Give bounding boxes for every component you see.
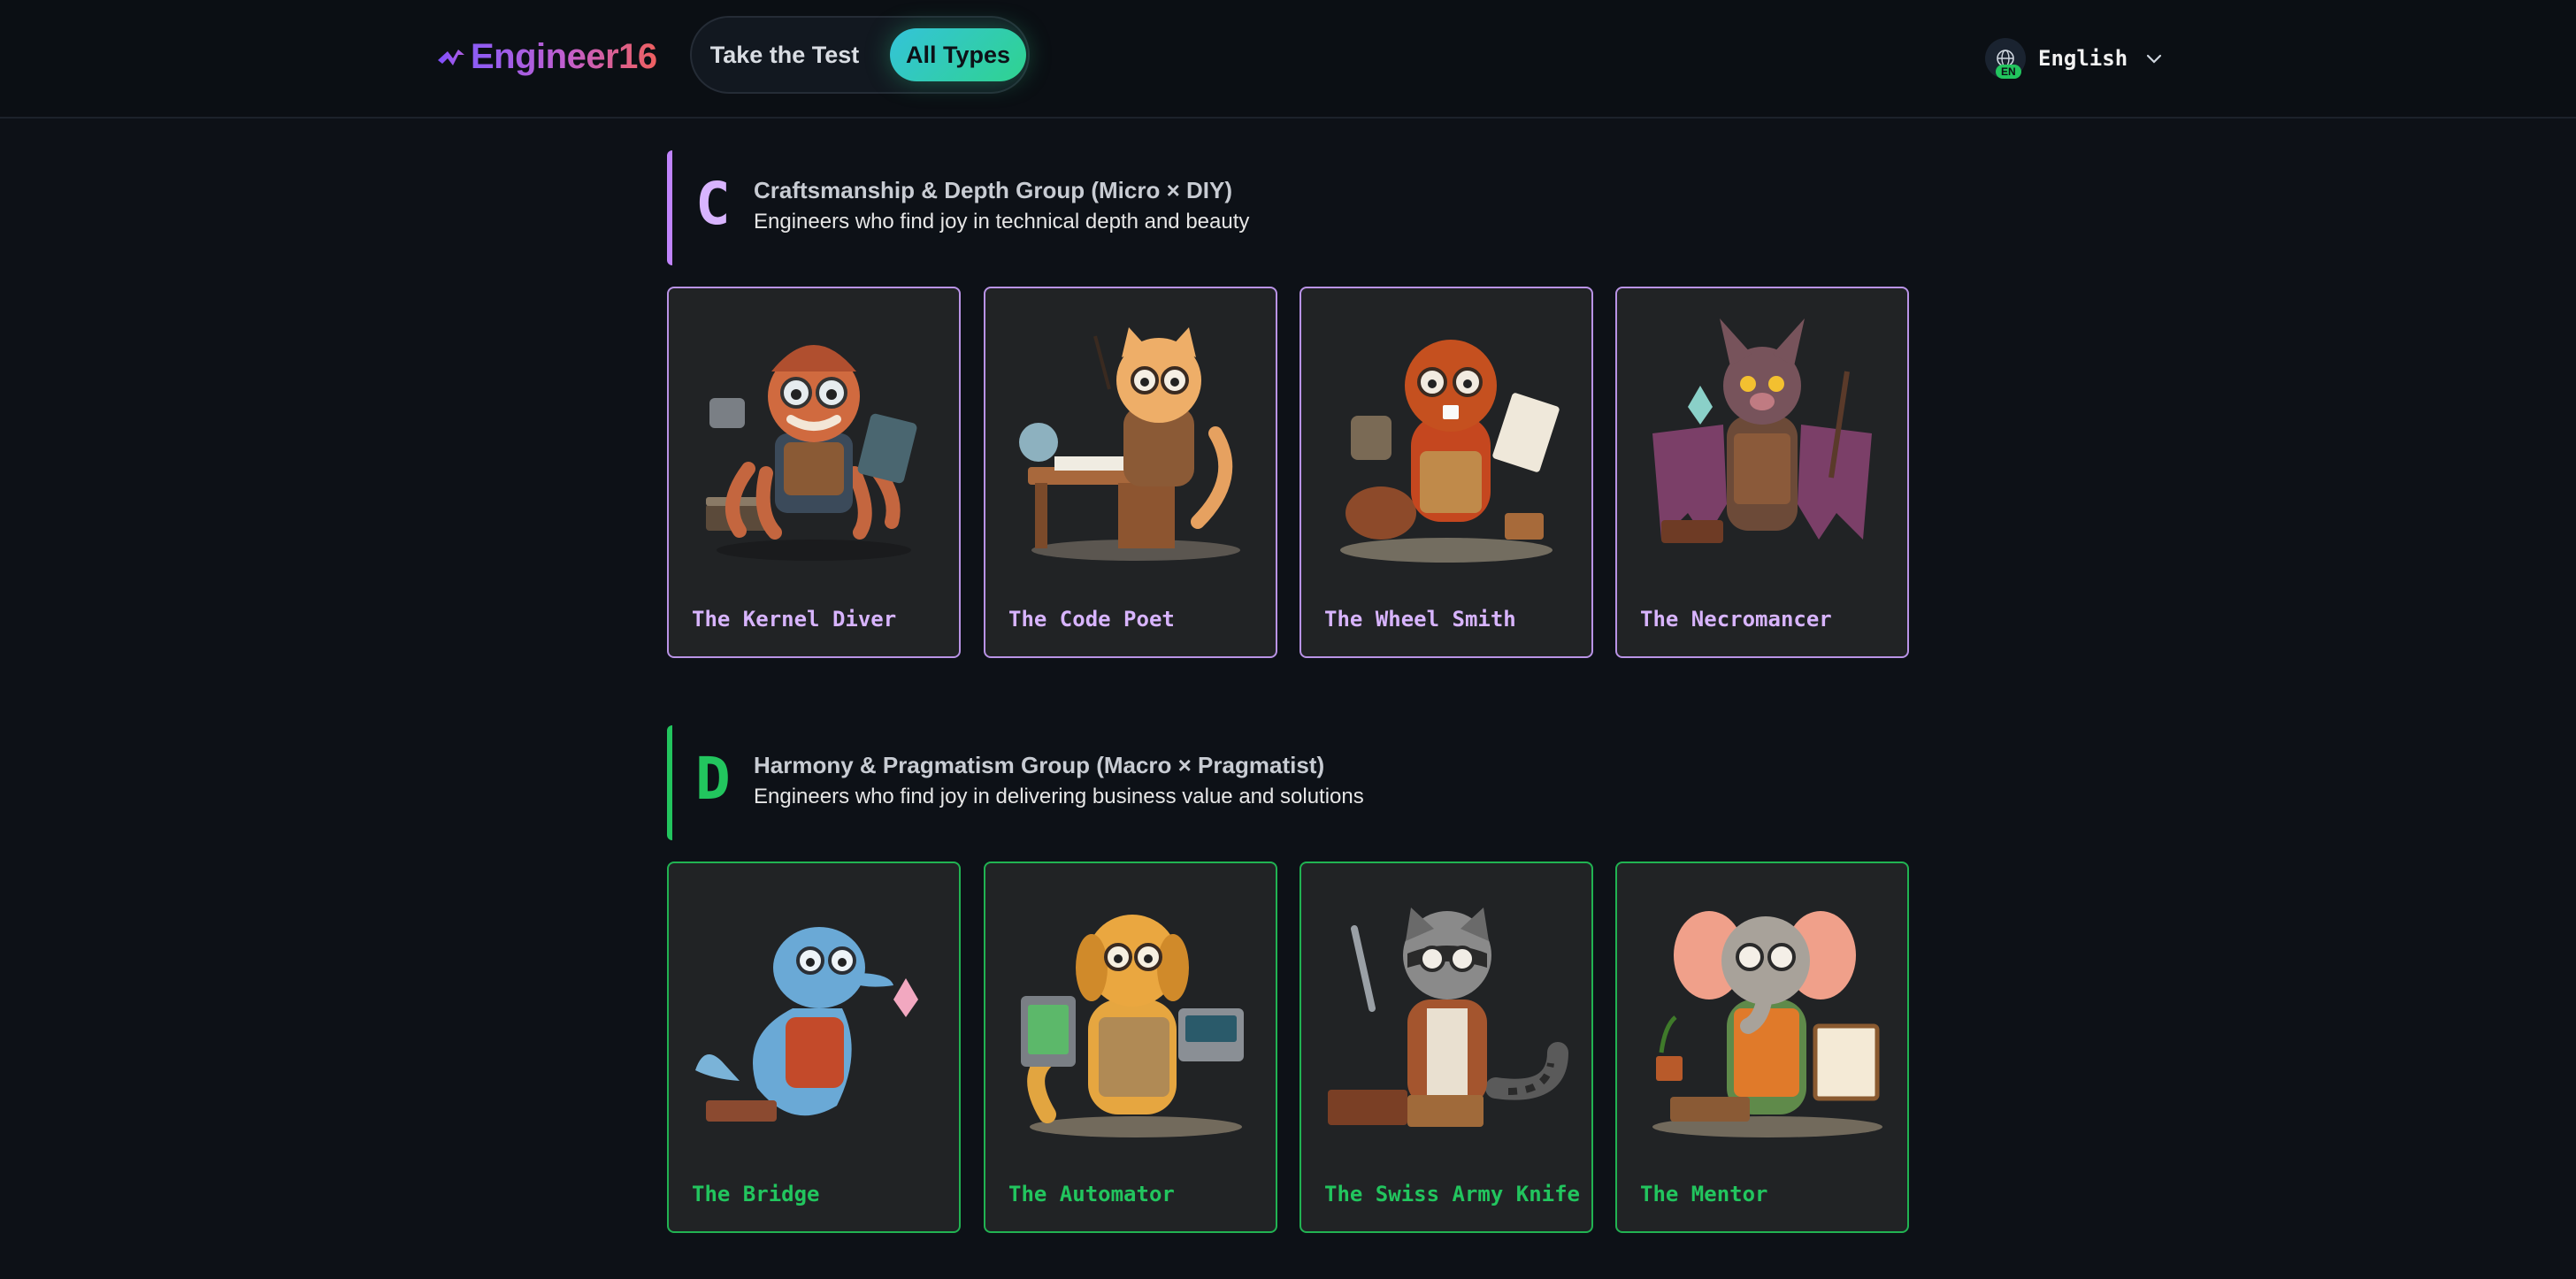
chevron-down-icon [2147,54,2162,64]
group-description: Engineers who find joy in delivering bus… [754,785,1364,808]
type-card-automator[interactable]: The Automator [984,862,1277,1233]
nav-all-types[interactable]: All Types [890,28,1026,81]
bat-wizard-illustration [1652,318,1872,543]
group-description: Engineers who find joy in technical dept… [754,210,1250,234]
globe-icon: EN [1985,38,2026,79]
type-card-mentor[interactable]: The Mentor [1615,862,1909,1233]
type-name: The Wheel Smith [1324,607,1516,632]
octopus-engineer-illustration [706,345,917,561]
group-title: Harmony & Pragmatism Group (Macro × Prag… [754,752,1325,778]
logo-mark-icon [438,50,464,65]
site-header: Engineer16 Take the Test All Types EN En… [0,0,2576,119]
group-c-header: C Craftsmanship & Depth Group (Micro × D… [667,150,1309,265]
nav-take-test[interactable]: Take the Test [704,28,865,81]
type-name: The Code Poet [1008,607,1175,632]
type-card-swiss-army-knife[interactable]: The Swiss Army Knife [1300,862,1593,1233]
type-card-code-poet[interactable]: The Code Poet [984,287,1277,658]
group-d-header: D Harmony & Pragmatism Group (Macro × Pr… [667,725,1364,840]
type-name: The Automator [1008,1182,1175,1206]
type-card-wheel-smith[interactable]: The Wheel Smith [1300,287,1593,658]
type-card-bridge[interactable]: The Bridge [667,862,961,1233]
type-card-kernel-diver[interactable]: The Kernel Diver [667,287,961,658]
type-name: The Kernel Diver [692,607,897,632]
beaver-smith-illustration [1340,340,1560,563]
logo-text: Engineer16 [471,36,657,76]
type-name: The Mentor [1640,1182,1768,1206]
group-letter: C [695,170,731,238]
golden-retriever-illustration [1021,915,1244,1137]
elephant-mentor-illustration [1652,911,1882,1137]
language-label: English [2038,46,2128,71]
language-selector[interactable]: EN English [1985,37,2165,80]
group-title: Craftsmanship & Depth Group (Micro × DIY… [754,177,1232,203]
type-name: The Swiss Army Knife [1324,1182,1580,1206]
dolphin-illustration [695,927,918,1122]
type-name: The Necromancer [1640,607,1832,632]
language-badge: EN [1996,65,2021,79]
raccoon-illustration [1328,908,1568,1127]
type-name: The Bridge [692,1182,820,1206]
type-card-necromancer[interactable]: The Necromancer [1615,287,1909,658]
main-nav: Take the Test All Types [690,16,1030,94]
group-letter: D [695,745,731,813]
logo[interactable]: Engineer16 [435,32,657,81]
cat-writer-illustration [1019,327,1240,561]
